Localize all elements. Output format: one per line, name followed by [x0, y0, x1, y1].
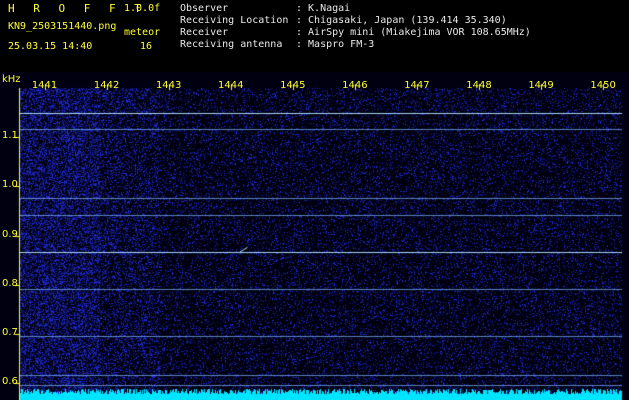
echo-count: 16: [140, 41, 153, 52]
mode-label: meteor: [124, 27, 161, 38]
x-tick-label: 1448: [466, 80, 492, 91]
info-value-observer: : K.Nagai: [296, 3, 351, 14]
info-label-location: Receiving Location: [180, 15, 289, 26]
x-tick-label: 1443: [155, 80, 182, 91]
info-value-location: : Chigasaki, Japan (139.414 35.340): [296, 15, 507, 26]
app-version: 1.0.0f: [124, 3, 161, 14]
x-tick-label: 1450: [590, 80, 616, 91]
spectrogram-canvas: [0, 72, 629, 400]
info-label-antenna: Receiving antenna: [180, 39, 283, 50]
x-tick-label: 1449: [528, 80, 554, 91]
y-tick-label: 1.1: [2, 130, 18, 142]
y-tick-label: 0.9: [2, 228, 18, 240]
x-tick-label: 1441: [31, 80, 58, 91]
header-panel: H R O F F T 1.0.0f KN9_2503151440.png me…: [0, 0, 629, 72]
file-name: KN9_2503151440.png: [8, 21, 117, 32]
info-label-receiver: Receiver: [180, 27, 229, 38]
info-label-observer: Observer: [180, 3, 229, 14]
x-tick-label: 1444: [218, 80, 244, 91]
y-axis-unit: kHz: [2, 74, 21, 85]
date-time: 25.03.15 14:40: [8, 41, 93, 52]
x-tick-label: 1445: [280, 80, 306, 91]
x-tick-label: 1447: [404, 80, 430, 91]
y-tick-label: 1.0: [2, 179, 18, 191]
info-value-antenna: : Maspro FM-3: [296, 39, 375, 50]
info-value-receiver: : AirSpy mini (Miakejima VOR 108.65MHz): [296, 27, 531, 38]
x-tick-label: 1446: [342, 80, 368, 91]
x-tick-label: 1442: [93, 80, 120, 91]
y-tick-label: 0.8: [2, 277, 18, 289]
y-tick-label: 0.6: [2, 376, 18, 388]
y-tick-label: 0.7: [2, 327, 18, 339]
